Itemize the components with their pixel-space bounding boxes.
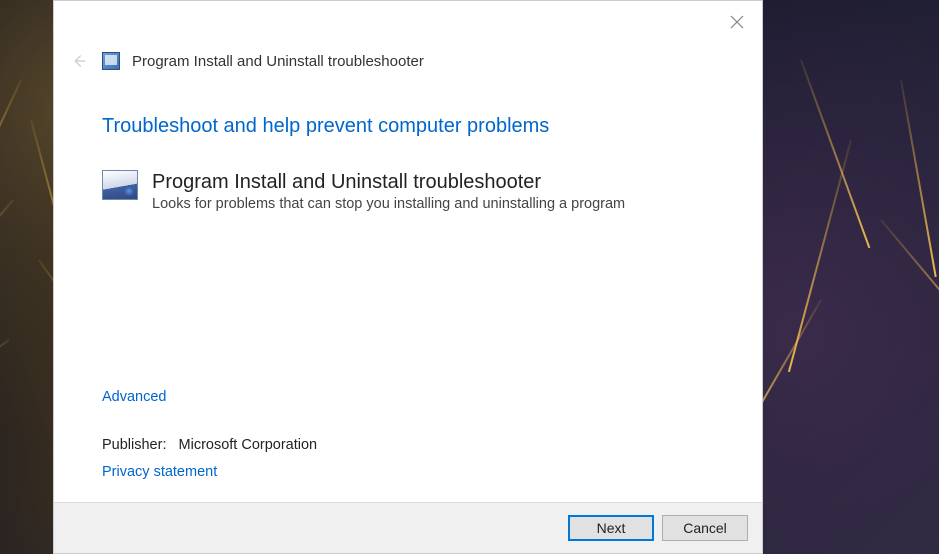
titlebar — [54, 1, 762, 37]
troubleshooter-header-icon — [102, 52, 120, 70]
tool-description: Looks for problems that can stop you ins… — [152, 196, 714, 212]
header-row: Program Install and Uninstall troublesho… — [54, 49, 762, 73]
tool-text: Program Install and Uninstall troublesho… — [152, 170, 714, 212]
troubleshooter-dialog: Program Install and Uninstall troublesho… — [53, 0, 763, 554]
tool-icon — [102, 170, 138, 200]
publisher-label: Publisher: — [102, 437, 166, 453]
bottom-area: Advanced Publisher: Microsoft Corporatio… — [54, 388, 762, 502]
button-bar: Next Cancel — [54, 502, 762, 553]
main-heading: Troubleshoot and help prevent computer p… — [102, 115, 714, 138]
advanced-link[interactable]: Advanced — [102, 389, 167, 405]
publisher-value: Microsoft Corporation — [179, 437, 318, 453]
content-area: Troubleshoot and help prevent computer p… — [54, 73, 762, 388]
tool-title: Program Install and Uninstall troublesho… — [152, 170, 714, 194]
privacy-statement-link[interactable]: Privacy statement — [102, 464, 217, 480]
publisher-row: Publisher: Microsoft Corporation — [102, 437, 714, 453]
tool-row: Program Install and Uninstall troublesho… — [102, 170, 714, 212]
back-arrow-icon — [66, 49, 90, 73]
cancel-button[interactable]: Cancel — [662, 515, 748, 541]
next-button[interactable]: Next — [568, 515, 654, 541]
header-title: Program Install and Uninstall troublesho… — [132, 53, 424, 70]
close-icon[interactable] — [730, 15, 744, 29]
